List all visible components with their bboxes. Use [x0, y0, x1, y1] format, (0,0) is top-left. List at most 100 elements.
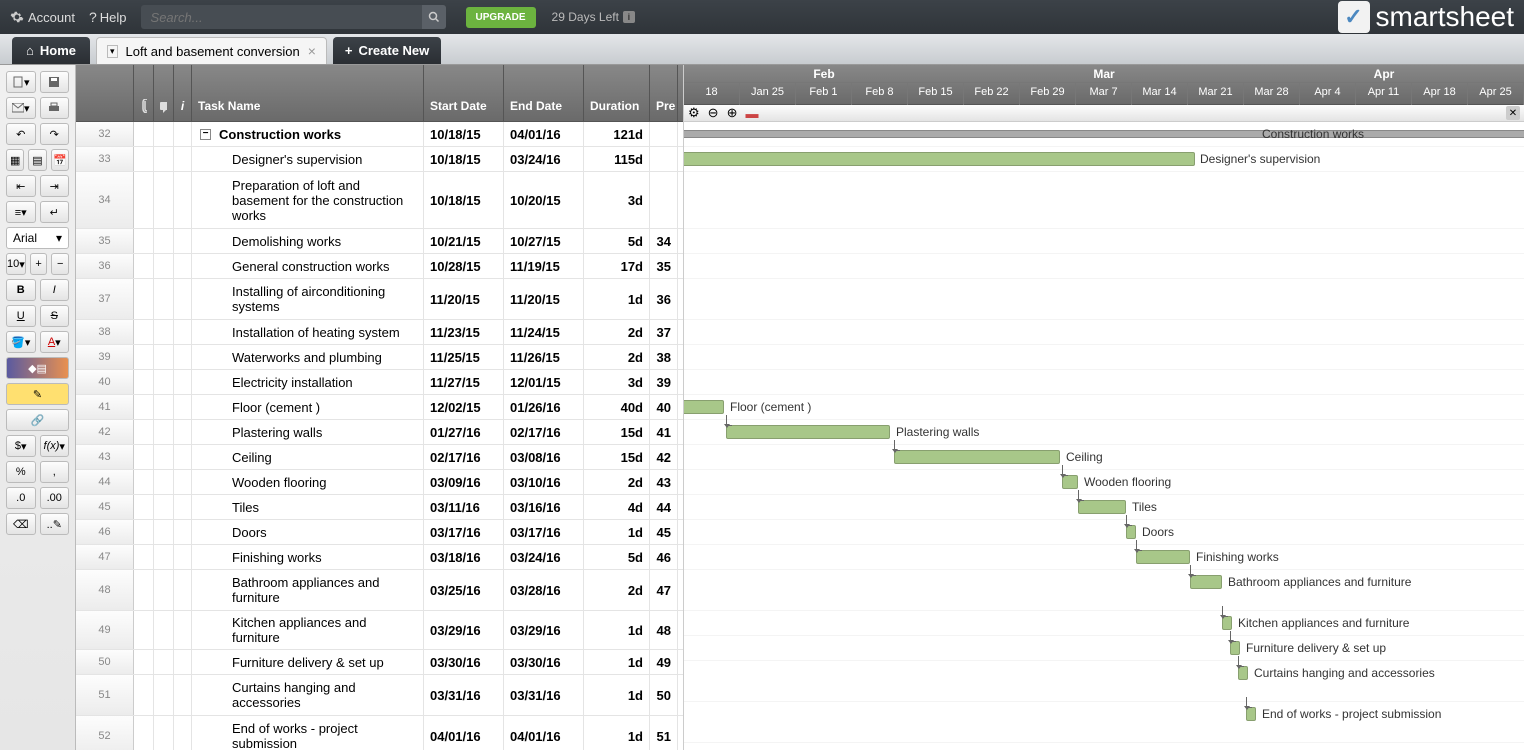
duration-cell[interactable]: 1d — [584, 520, 650, 544]
week-label[interactable]: Apr 4 — [1300, 83, 1356, 105]
task-cell[interactable]: General construction works — [192, 254, 424, 278]
gantt-row[interactable]: Plastering walls — [684, 420, 1524, 445]
table-row[interactable]: 34 Preparation of loft and basement for … — [76, 172, 683, 229]
link-button[interactable]: 🔗 — [6, 409, 69, 431]
duration-cell[interactable]: 121d — [584, 122, 650, 146]
start-cell[interactable]: 02/17/16 — [424, 445, 504, 469]
duration-cell[interactable]: 40d — [584, 395, 650, 419]
discussion-cell[interactable] — [154, 716, 174, 750]
table-row[interactable]: 38 Installation of heating system 11/23/… — [76, 320, 683, 345]
end-cell[interactable]: 11/19/15 — [504, 254, 584, 278]
info-cell[interactable] — [174, 675, 192, 715]
start-cell[interactable]: 11/20/15 — [424, 279, 504, 319]
pred-cell[interactable]: 45 — [650, 520, 678, 544]
week-label[interactable]: Feb 15 — [908, 83, 964, 105]
start-cell[interactable]: 10/18/15 — [424, 172, 504, 228]
row-number[interactable]: 46 — [76, 520, 134, 544]
week-label[interactable]: Mar 21 — [1188, 83, 1244, 105]
grid-body[interactable]: 32 −Construction works 10/18/15 04/01/16… — [76, 122, 683, 750]
info-cell[interactable] — [174, 122, 192, 146]
start-cell[interactable]: 03/31/16 — [424, 675, 504, 715]
create-new-tab[interactable]: + Create New — [333, 37, 441, 64]
gantt-row[interactable]: End of works - project submission — [684, 702, 1524, 743]
format-button[interactable]: ◆▤ — [6, 357, 69, 379]
gantt-row[interactable]: Finishing works — [684, 545, 1524, 570]
table-row[interactable]: 46 Doors 03/17/16 03/17/16 1d 45 — [76, 520, 683, 545]
gear-icon[interactable]: ⚙ — [688, 105, 700, 121]
week-label[interactable]: Mar 28 — [1244, 83, 1300, 105]
close-gantt-button[interactable]: ✕ — [1506, 106, 1520, 120]
attachment-cell[interactable] — [134, 675, 154, 715]
task-cell[interactable]: Curtains hanging and accessories — [192, 675, 424, 715]
duration-cell[interactable]: 1d — [584, 611, 650, 649]
end-cell[interactable]: 03/29/16 — [504, 611, 584, 649]
task-cell[interactable]: Installation of heating system — [192, 320, 424, 344]
discussion-cell[interactable] — [154, 147, 174, 171]
gantt-row[interactable] — [684, 320, 1524, 345]
task-cell[interactable]: Preparation of loft and basement for the… — [192, 172, 424, 228]
pred-cell[interactable]: 39 — [650, 370, 678, 394]
start-cell[interactable]: 03/11/16 — [424, 495, 504, 519]
gantt-row[interactable]: Curtains hanging and accessories — [684, 661, 1524, 702]
row-number[interactable]: 35 — [76, 229, 134, 253]
gantt-row[interactable]: Designer's supervision — [684, 147, 1524, 172]
gantt-row[interactable]: Ceiling — [684, 445, 1524, 470]
fill-color-button[interactable]: 🪣▾ — [6, 331, 36, 353]
discussion-cell[interactable] — [154, 254, 174, 278]
gantt-row[interactable] — [684, 229, 1524, 254]
row-number[interactable]: 44 — [76, 470, 134, 494]
end-cell[interactable]: 10/27/15 — [504, 229, 584, 253]
mail-button[interactable]: ▾ — [6, 97, 36, 119]
pred-cell[interactable]: 37 — [650, 320, 678, 344]
discussion-cell[interactable] — [154, 495, 174, 519]
attachment-cell[interactable] — [134, 279, 154, 319]
increase-decimal-button[interactable]: .00 — [40, 487, 70, 509]
wrap-button[interactable]: ↵ — [40, 201, 70, 223]
fx-button[interactable]: f(x)▾ — [40, 435, 70, 457]
font-select[interactable]: Arial▾ — [6, 227, 69, 249]
task-cell[interactable]: Tiles — [192, 495, 424, 519]
end-cell[interactable]: 03/10/16 — [504, 470, 584, 494]
info-cell[interactable] — [174, 147, 192, 171]
info-cell[interactable] — [174, 545, 192, 569]
table-row[interactable]: 45 Tiles 03/11/16 03/16/16 4d 44 — [76, 495, 683, 520]
discussion-cell[interactable] — [154, 229, 174, 253]
end-cell[interactable]: 03/24/16 — [504, 545, 584, 569]
start-cell[interactable]: 10/18/15 — [424, 147, 504, 171]
duration-cell[interactable]: 4d — [584, 495, 650, 519]
search-button[interactable] — [422, 5, 446, 29]
pred-cell[interactable]: 47 — [650, 570, 678, 610]
attachment-cell[interactable] — [134, 320, 154, 344]
attachment-cell[interactable] — [134, 395, 154, 419]
attachment-cell[interactable] — [134, 254, 154, 278]
predecessor-header[interactable]: Pre — [650, 65, 678, 121]
table-row[interactable]: 48 Bathroom appliances and furniture 03/… — [76, 570, 683, 611]
task-cell[interactable]: Electricity installation — [192, 370, 424, 394]
end-cell[interactable]: 03/08/16 — [504, 445, 584, 469]
week-label[interactable]: Feb 22 — [964, 83, 1020, 105]
strike-button[interactable]: S — [40, 305, 70, 327]
table-row[interactable]: 49 Kitchen appliances and furniture 03/2… — [76, 611, 683, 650]
attachment-header[interactable] — [134, 65, 154, 121]
gantt-bar[interactable] — [1230, 641, 1240, 655]
attachment-cell[interactable] — [134, 370, 154, 394]
start-cell[interactable]: 03/29/16 — [424, 611, 504, 649]
discussion-cell[interactable] — [154, 122, 174, 146]
info-cell[interactable] — [174, 611, 192, 649]
start-cell[interactable]: 03/25/16 — [424, 570, 504, 610]
end-cell[interactable]: 12/01/15 — [504, 370, 584, 394]
duration-cell[interactable]: 5d — [584, 229, 650, 253]
table-row[interactable]: 36 General construction works 10/28/15 1… — [76, 254, 683, 279]
pred-cell[interactable]: 38 — [650, 345, 678, 369]
duration-cell[interactable]: 2d — [584, 470, 650, 494]
zoom-in-icon[interactable]: ⊕ — [727, 105, 738, 121]
clear-format-button[interactable]: ⌫ — [6, 513, 36, 535]
dropdown-icon[interactable]: ▾ — [107, 45, 118, 58]
end-cell[interactable]: 03/16/16 — [504, 495, 584, 519]
underline-button[interactable]: U — [6, 305, 36, 327]
info-cell[interactable] — [174, 470, 192, 494]
attachment-cell[interactable] — [134, 570, 154, 610]
card-view-button[interactable]: ▤ — [28, 149, 46, 171]
attachment-cell[interactable] — [134, 147, 154, 171]
redo-button[interactable]: ↷ — [40, 123, 70, 145]
